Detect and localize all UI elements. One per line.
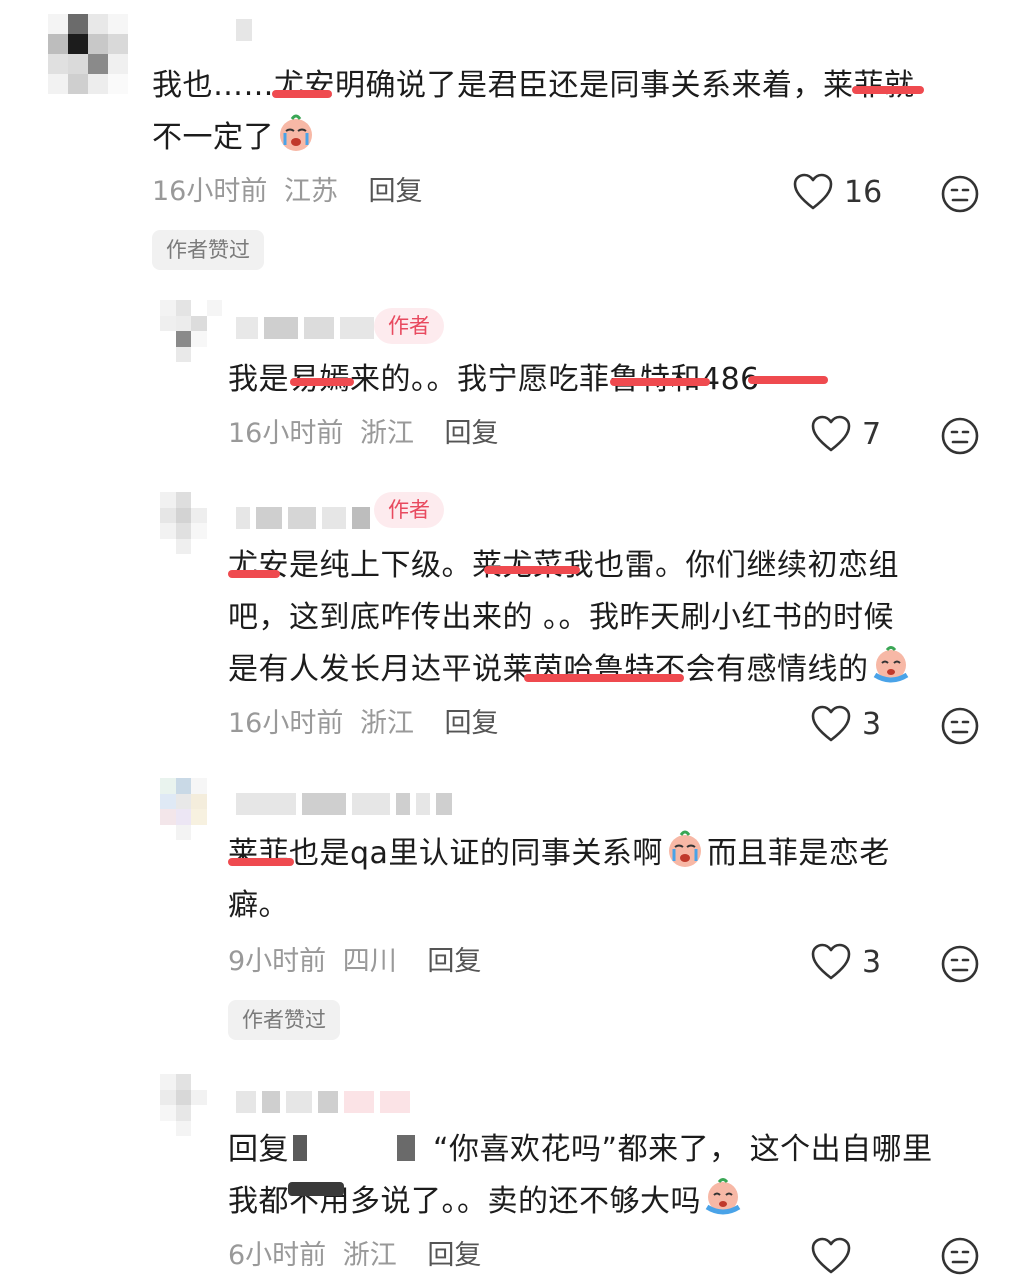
- avatar[interactable]: [48, 14, 128, 94]
- comment-location: 江苏: [283, 176, 338, 207]
- meh-face-icon[interactable]: [940, 706, 980, 746]
- reply-button[interactable]: 回复: [427, 1240, 481, 1271]
- meh-face-icon[interactable]: [940, 174, 980, 214]
- heart-outline-icon: [811, 415, 851, 452]
- crying-face-emoji: [280, 114, 312, 151]
- username-blurred[interactable]: [236, 316, 374, 340]
- author-tag: 作者: [374, 492, 444, 528]
- meh-face-icon[interactable]: [940, 1236, 980, 1276]
- like-count: 3: [862, 706, 882, 742]
- username-blurred[interactable]: [236, 1090, 410, 1114]
- comment-location: 浙江: [359, 418, 414, 449]
- avatar[interactable]: [160, 778, 222, 840]
- avatar[interactable]: [160, 1074, 222, 1136]
- sobbing-face-emoji: [873, 646, 908, 683]
- like-button[interactable]: [810, 1236, 862, 1276]
- comment-meta: 9小时前 四川 回复: [228, 942, 481, 982]
- like-count: 16: [844, 174, 883, 210]
- avatar[interactable]: [160, 300, 222, 362]
- heart-outline-icon: [811, 705, 851, 742]
- comment-time: 16小时前: [228, 708, 344, 739]
- comment-location: 浙江: [342, 1240, 397, 1271]
- comment-location: 四川: [342, 946, 397, 977]
- comment-time: 6小时前: [228, 1240, 327, 1271]
- comment-time: 16小时前: [228, 418, 344, 449]
- reply-button[interactable]: 回复: [369, 176, 423, 207]
- username-blurred[interactable]: [236, 792, 452, 816]
- comment-time: 9小时前: [228, 946, 327, 977]
- like-count: 3: [862, 944, 882, 980]
- comment-location: 浙江: [359, 708, 414, 739]
- comment-meta: 6小时前 浙江 回复: [228, 1236, 481, 1276]
- username-blurred[interactable]: [236, 506, 370, 530]
- author-tag: 作者: [374, 308, 444, 344]
- like-button[interactable]: 16: [792, 172, 882, 212]
- like-button[interactable]: 3: [810, 942, 881, 982]
- like-count: 7: [862, 416, 882, 452]
- comment-meta: 16小时前 江苏 回复: [152, 172, 423, 212]
- sobbing-face-emoji: [705, 1178, 741, 1215]
- like-button[interactable]: 7: [810, 414, 881, 454]
- reply-button[interactable]: 回复: [445, 708, 499, 739]
- avatar[interactable]: [160, 492, 222, 554]
- comment-text: 我是易嫣来的。。我宁愿吃菲鲁特和486: [228, 354, 828, 406]
- comment-meta: 16小时前 浙江 回复: [228, 414, 499, 454]
- reply-button[interactable]: 回复: [427, 946, 481, 977]
- heart-outline-icon: [811, 943, 851, 980]
- comment-meta: 16小时前 浙江 回复: [228, 704, 499, 744]
- liked-by-author-badge: 作者赞过: [228, 1000, 340, 1040]
- heart-outline-icon: [811, 1237, 851, 1274]
- mention-blurred[interactable]: [293, 1135, 429, 1161]
- comment-text: 莱菲也是qa里认证的同事关系啊 而且菲是恋老 癖。: [228, 828, 890, 932]
- meh-face-icon[interactable]: [940, 944, 980, 984]
- comment-text: 回复 “你喜欢花吗”都来了， 这个出自哪里 我都不用多说了。。卖的还不够大吗: [228, 1132, 933, 1219]
- crying-face-emoji: [668, 830, 701, 867]
- reply-button[interactable]: 回复: [445, 418, 499, 449]
- like-button[interactable]: 3: [810, 704, 881, 744]
- comment-text: 我也……尤安明确说了是君臣还是同事关系来着，莱菲就 不一定了: [152, 60, 924, 164]
- liked-by-author-badge: 作者赞过: [152, 230, 264, 270]
- heart-outline-icon: [793, 173, 833, 210]
- username-blurred[interactable]: [236, 18, 252, 42]
- comment-time: 16小时前: [152, 176, 268, 207]
- meh-face-icon[interactable]: [940, 416, 980, 456]
- comment-text: 尤安是纯上下级。莱尤菜我也雷。你们继续初恋组 吧，这到底咋传出来的 。。我昨天刷…: [228, 540, 913, 696]
